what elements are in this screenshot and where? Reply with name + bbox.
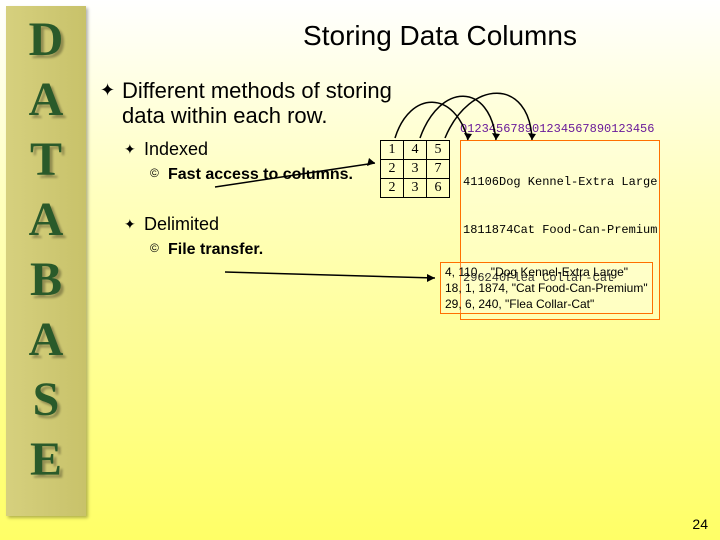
cell: 1 [381, 141, 404, 160]
sidebar-letter: D [6, 10, 86, 70]
table-row: 2 3 7 [381, 160, 450, 179]
sidebar-database-letters: D A T A B A S E [6, 6, 86, 516]
page-number: 24 [692, 516, 708, 532]
arrow-delimited [225, 272, 435, 278]
delim-row: 29, 6, 240, "Flea Collar-Cat" [445, 296, 648, 312]
sidebar-letter: A [6, 70, 86, 130]
cell: 2 [381, 160, 404, 179]
cell: 3 [404, 160, 427, 179]
sidebar-letter: B [6, 250, 86, 310]
bullet-delimited: Delimited [100, 214, 400, 235]
fixed-row: 1811874Cat Food-Can-Premium [463, 222, 657, 238]
body-text: Different methods of storing data within… [100, 78, 400, 271]
column-ruler: 012345678901234567890123456 [460, 122, 654, 136]
sidebar-letter: A [6, 310, 86, 370]
index-grid: 1 4 5 2 3 7 2 3 6 [380, 140, 450, 198]
sidebar-letter: T [6, 130, 86, 190]
delimited-data-box: 4, 110, , "Dog Kennel-Extra Large" 18, 1… [440, 262, 653, 314]
sidebar-letter: A [6, 190, 86, 250]
cell: 6 [427, 179, 450, 198]
table-row: 1 4 5 [381, 141, 450, 160]
arc-1 [395, 102, 468, 140]
table-row: 2 3 6 [381, 179, 450, 198]
slide-title: Storing Data Columns [180, 20, 700, 52]
bullet-indexed-sub: Fast access to columns. [100, 166, 400, 184]
delim-row: 18, 1, 1874, "Cat Food-Can-Premium" [445, 280, 648, 296]
sidebar-letter: E [6, 430, 86, 490]
cell: 4 [404, 141, 427, 160]
bullet-delimited-sub: File transfer. [100, 241, 400, 259]
cell: 7 [427, 160, 450, 179]
cell: 2 [381, 179, 404, 198]
bullet-indexed: Indexed [100, 139, 400, 160]
cell: 3 [404, 179, 427, 198]
sidebar-letter: S [6, 370, 86, 430]
delim-row: 4, 110, , "Dog Kennel-Extra Large" [445, 264, 648, 280]
arrowhead-icon [427, 274, 435, 282]
bullet-main: Different methods of storing data within… [100, 78, 400, 129]
slide: D A T A B A S E Storing Data Columns Dif… [0, 0, 720, 540]
fixed-row: 41106Dog Kennel-Extra Large [463, 174, 657, 190]
cell: 5 [427, 141, 450, 160]
